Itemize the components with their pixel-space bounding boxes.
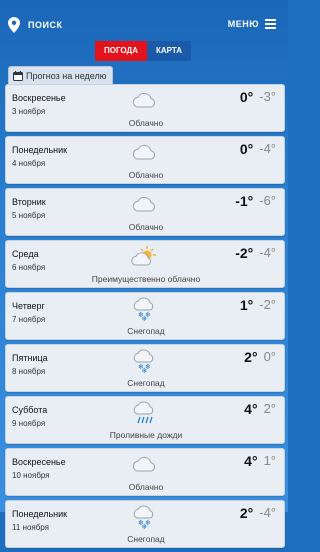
snow-icon: ❄ ❄ ❄ (130, 505, 158, 531)
day-name: Вторник (12, 197, 46, 207)
temp-max: 4° (244, 453, 258, 469)
menu-label: МЕНЮ (227, 19, 259, 29)
day-name: Пятница (12, 353, 48, 363)
day-temperatures: 2° 0° (244, 349, 276, 365)
day-date: 3 ноября (12, 107, 46, 116)
temp-min: 2° (263, 401, 276, 416)
temp-min: -2° (259, 297, 276, 312)
snow-icon: ❄ ❄ ❄ (130, 297, 158, 323)
forecast-list: Воскресенье 3 ноября Облачно 0° -3° Понедельн… (5, 84, 285, 552)
day-row[interactable]: Пятница 8 ноября ❄ ❄ ❄ Снегопад 2° 0° (5, 344, 285, 392)
rain-icon (130, 401, 158, 425)
location-pin-icon (8, 17, 20, 33)
temp-max: -1° (235, 193, 254, 209)
temp-max: 4° (244, 401, 258, 417)
day-condition: Проливные дожди (109, 430, 183, 440)
day-name: Понедельник (12, 145, 68, 155)
day-condition: Облачно (128, 222, 164, 232)
temp-max: 0° (239, 89, 254, 105)
day-condition: Облачно (128, 118, 164, 128)
day-date: 8 ноября (12, 367, 46, 376)
day-condition: Облачно (128, 170, 164, 180)
section-title: Прогноз на неделю (26, 70, 107, 81)
day-row[interactable]: Вторник 5 ноября Облачно -1° -6° (5, 188, 285, 236)
temp-max: 0° (239, 141, 254, 157)
day-temperatures: 4° 1° (244, 453, 276, 469)
svg-text:❄: ❄ (142, 523, 148, 529)
temp-min: -4° (259, 141, 276, 156)
tab-weather[interactable]: ПОГОДА (95, 41, 147, 61)
cloud-icon (130, 453, 158, 477)
temp-min: -3° (259, 89, 276, 104)
day-date: 9 ноября (12, 419, 46, 428)
day-row[interactable]: Воскресенье 3 ноября Облачно 0° -3° (5, 84, 285, 132)
day-date: 5 ноября (12, 211, 46, 220)
day-temperatures: 0° -4° (240, 141, 276, 157)
day-condition: Снегопад (127, 534, 165, 544)
tab-map[interactable]: КАРТА (147, 41, 192, 61)
day-row[interactable]: Понедельник 4 ноября Облачно 0° -4° (5, 136, 285, 184)
day-condition: Облачно (128, 482, 164, 492)
cloud-icon (130, 193, 158, 217)
temp-min: 1° (263, 453, 276, 468)
day-name: Воскресенье (12, 457, 66, 467)
day-date: 4 ноября (12, 159, 46, 168)
temp-min: -6° (259, 193, 276, 208)
day-name: Понедельник (12, 509, 68, 519)
day-temperatures: -2° -4° (235, 245, 276, 261)
temp-max: 2° (239, 505, 254, 521)
search-button[interactable]: ПОИСК (8, 16, 62, 34)
temp-max: -2° (235, 245, 254, 261)
hamburger-icon (265, 17, 276, 31)
svg-text:❄: ❄ (142, 367, 148, 373)
day-condition: Снегопад (127, 378, 165, 388)
day-condition: Преимущественно облачно (91, 274, 201, 284)
temp-max: 2° (244, 349, 258, 365)
snow-icon: ❄ ❄ ❄ (130, 349, 158, 375)
day-temperatures: 1° -2° (240, 297, 276, 313)
temp-min: 0° (263, 349, 276, 364)
day-temperatures: 0° -3° (240, 89, 276, 105)
temp-max: 1° (239, 297, 254, 313)
day-temperatures: 4° 2° (244, 401, 276, 417)
day-name: Среда (12, 249, 39, 259)
day-date: 10 ноября (12, 471, 50, 480)
menu-button[interactable]: МЕНЮ (228, 17, 276, 31)
day-row[interactable]: Суббота 9 ноября Проливные дожди 4° 2° (5, 396, 285, 444)
temp-min: -4° (259, 505, 276, 520)
day-date: 6 ноября (12, 263, 46, 272)
day-name: Воскресенье (12, 93, 66, 103)
section-header: Прогноз на неделю (8, 66, 114, 84)
day-date: 7 ноября (12, 315, 46, 324)
day-row[interactable]: Четверг 7 ноября ❄ ❄ ❄ Снегопад 1° -2° (5, 292, 285, 340)
day-name: Суббота (12, 405, 48, 415)
search-label: ПОИСК (28, 20, 63, 30)
temp-min: -4° (259, 245, 276, 260)
day-temperatures: -1° -6° (235, 193, 276, 209)
view-tabs: ПОГОДА КАРТА (95, 41, 192, 61)
day-row[interactable]: Воскресенье 10 ноября Облачно 4° 1° (5, 448, 285, 496)
calendar-icon (13, 70, 23, 81)
day-date: 11 ноября (12, 523, 49, 532)
svg-text:❄: ❄ (142, 315, 148, 321)
day-row[interactable]: Понедельник 11 ноября ❄ ❄ ❄ Снегопад 2° -4° (5, 500, 285, 548)
day-row[interactable]: Среда 6 ноября Преимущественно облачно -2° -… (5, 240, 285, 288)
day-condition: Снегопад (127, 326, 165, 336)
partly-cloudy-icon (130, 245, 158, 269)
day-temperatures: 2° -4° (240, 505, 276, 521)
cloud-icon (130, 89, 158, 113)
day-name: Четверг (12, 301, 45, 311)
cloud-icon (130, 141, 158, 165)
